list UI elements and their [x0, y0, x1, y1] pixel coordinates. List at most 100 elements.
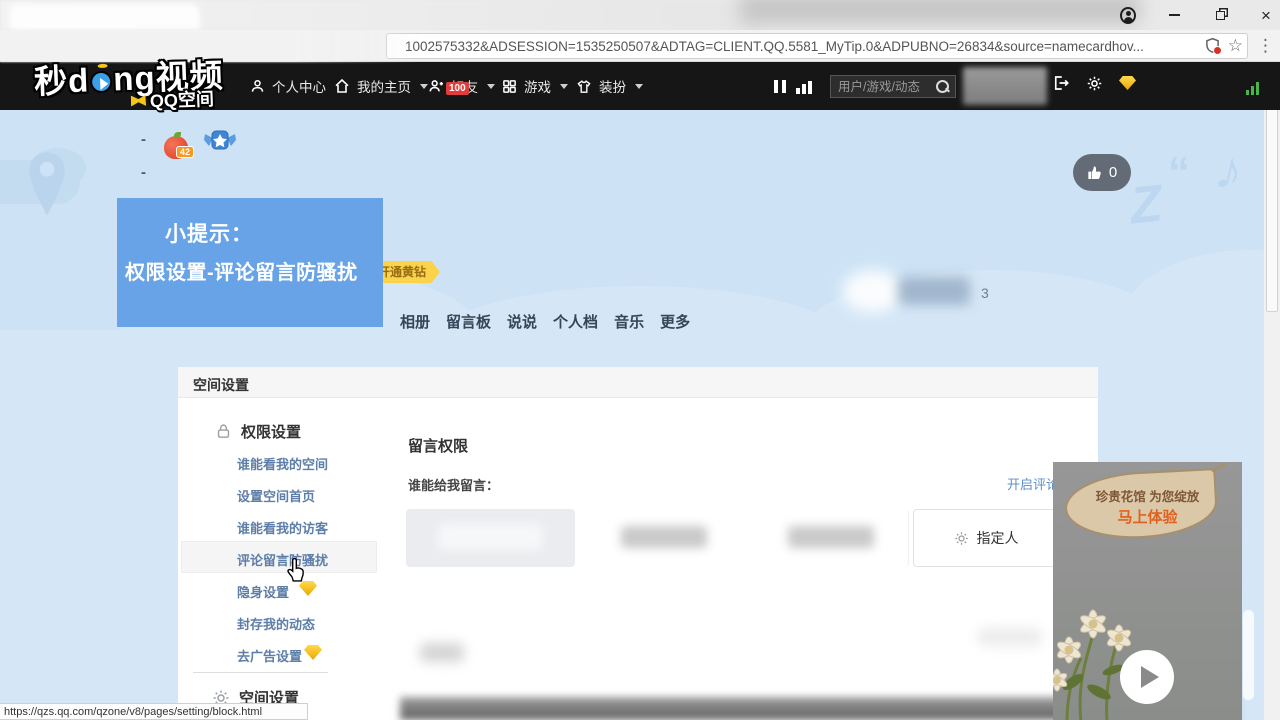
- tab-shuoshuo[interactable]: 说说: [507, 311, 537, 332]
- mouse-cursor-hand: [285, 556, 309, 591]
- play-icon: [1141, 666, 1159, 688]
- option-specified-people[interactable]: 指定人: [913, 509, 1059, 567]
- nav-dressup[interactable]: 装扮: [576, 62, 643, 110]
- open-comment-link[interactable]: 开启评论: [1007, 474, 1059, 493]
- scrollbar-thumb[interactable]: [1266, 82, 1278, 312]
- blurred-text-remnant: [420, 643, 464, 662]
- video-tip-overlay: 小提示： 权限设置-评论留言防骚扰: [117, 198, 383, 327]
- panel-header: 空间设置: [178, 367, 1098, 398]
- browser-profile-icon[interactable]: [1120, 7, 1136, 23]
- option-only-me-blurred[interactable]: [752, 509, 909, 567]
- blurred-region: [740, 0, 1140, 24]
- play-button[interactable]: [1120, 650, 1174, 704]
- blurred-account-name: [963, 67, 1047, 105]
- sidebar-link-archive-feeds[interactable]: 封存我的动态: [237, 614, 315, 633]
- sidebar-section-permissions: 权限设置: [215, 421, 301, 442]
- url-bar-icons: ☆: [1205, 37, 1243, 54]
- nav-label: 我的主页: [357, 76, 411, 96]
- winged-star-badge-icon: [203, 128, 237, 158]
- tab-profile-doc[interactable]: 个人档: [553, 311, 598, 332]
- leaf-shape: [1063, 468, 1218, 542]
- sidebar-link-remove-ads[interactable]: 去广告设置: [237, 646, 302, 665]
- chevron-down-icon: [635, 84, 643, 89]
- url-bar[interactable]: 1002575332&ADSESSION=1535250507&ADTAG=CL…: [386, 33, 1248, 59]
- browser-menu-icon[interactable]: ⋮: [1257, 36, 1274, 56]
- security-shield-icon[interactable]: [1205, 37, 1220, 54]
- logout-icon[interactable]: [1052, 74, 1070, 92]
- sidebar-link-invisible-settings[interactable]: 隐身设置: [237, 582, 289, 601]
- friends-count-badge: 100: [446, 82, 469, 95]
- location-pin-shape: [26, 150, 68, 227]
- status-bar: https://qzs.qq.com/qzone/v8/pages/settin…: [0, 703, 308, 720]
- nav-label: 游戏: [524, 76, 551, 96]
- close-button[interactable]: ×: [1258, 7, 1274, 23]
- nav-personal-center[interactable]: 个人中心: [250, 62, 326, 110]
- like-button[interactable]: 0: [1073, 154, 1131, 191]
- grid-icon: [502, 79, 517, 94]
- thumbs-up-icon: [1087, 165, 1103, 181]
- lock-icon: [215, 423, 232, 440]
- chevron-down-icon: [560, 84, 568, 89]
- leaf-stem: [1211, 462, 1227, 472]
- sidebar-link-who-sees-visitors[interactable]: 谁能看我的访客: [237, 518, 328, 537]
- tab-message-board[interactable]: 留言板: [446, 311, 491, 332]
- sidebar-link-set-homepage[interactable]: 设置空间首页: [237, 486, 315, 505]
- sidebar-link-comment-antispam[interactable]: 评论留言防骚扰: [237, 550, 328, 569]
- play-circle-icon: [90, 71, 113, 94]
- network-signal-icon: [1246, 82, 1259, 95]
- tab-more[interactable]: 更多: [660, 311, 690, 332]
- ad-scrollbar-artifact: [1243, 610, 1254, 700]
- nav-games[interactable]: 游戏: [502, 62, 568, 110]
- nav-label: 个人中心: [272, 76, 326, 96]
- chevron-down-icon: [487, 84, 495, 89]
- tip-body: 权限设置-评论留言防骚扰: [125, 256, 375, 285]
- ad-cta[interactable]: 马上体验: [1053, 506, 1242, 527]
- ad-headline: 珍贵花馆 为您绽放: [1053, 486, 1242, 505]
- navbar-right-icons: [1052, 74, 1136, 92]
- pause-music-icon[interactable]: [774, 80, 786, 93]
- signature-dash: -: [141, 164, 146, 181]
- profile-tabs: 相册 留言板 说说 个人档 音乐 更多: [400, 311, 690, 332]
- option-everyone-blurred[interactable]: [406, 509, 575, 567]
- home-icon: [334, 78, 350, 94]
- friends-icon: [428, 78, 444, 94]
- restore-button[interactable]: [1212, 7, 1228, 23]
- blurred-username: [898, 277, 970, 305]
- stats-bars-icon[interactable]: [796, 81, 812, 94]
- yellow-diamond-icon[interactable]: [1119, 76, 1136, 90]
- shirt-icon: [576, 79, 592, 94]
- blurred-avatar: [843, 270, 903, 312]
- window-controls: ×: [1120, 0, 1274, 30]
- tab-music[interactable]: 音乐: [614, 311, 644, 332]
- tab-albums[interactable]: 相册: [400, 311, 430, 332]
- sidebar-link-who-can-see-space[interactable]: 谁能看我的空间: [237, 454, 328, 473]
- blurred-text-remnant: [978, 628, 1042, 646]
- nav-my-home[interactable]: 我的主页: [334, 62, 428, 110]
- qzone-search-box: [830, 75, 956, 98]
- quote-shape: “: [1168, 148, 1190, 198]
- chevron-down-icon: [420, 84, 428, 89]
- blurred-browser-tab[interactable]: [10, 4, 200, 30]
- screen: Z “ ♪ - 42 - 0 3 小提示： 权限设置-评论留言防骚扰 开通黄钻 …: [0, 0, 1280, 720]
- nav-friends[interactable]: 100 好友: [428, 62, 495, 110]
- partial-digit: 3: [981, 285, 989, 301]
- content-question: 谁能给我留言：: [408, 475, 499, 494]
- video-ad-overlay[interactable]: 珍贵花馆 为您绽放 马上体验: [1053, 462, 1242, 720]
- sidebar-section-label: 权限设置: [241, 421, 301, 442]
- nickname-dash: -: [141, 131, 146, 148]
- gear-icon: [954, 531, 969, 546]
- minimize-button[interactable]: [1166, 7, 1182, 23]
- level-badge: 42: [176, 146, 194, 158]
- music-note-shape: ♪: [1210, 138, 1249, 204]
- option-friends-blurred[interactable]: [583, 509, 744, 567]
- search-input[interactable]: [831, 80, 935, 94]
- status-url: https://qzs.qq.com/qzone/v8/pages/settin…: [0, 706, 262, 718]
- url-text: 1002575332&ADSESSION=1535250507&ADTAG=CL…: [405, 39, 1195, 54]
- video-watermark: 秒dng视频 QQ空间: [33, 49, 224, 104]
- page-scrollbar[interactable]: [1264, 62, 1280, 720]
- bookmark-star-icon[interactable]: ☆: [1228, 37, 1243, 54]
- gear-icon[interactable]: [1086, 75, 1103, 92]
- diamond-icon: [304, 645, 322, 660]
- browser-titlebar: ×: [0, 0, 1280, 30]
- search-icon[interactable]: [935, 79, 951, 95]
